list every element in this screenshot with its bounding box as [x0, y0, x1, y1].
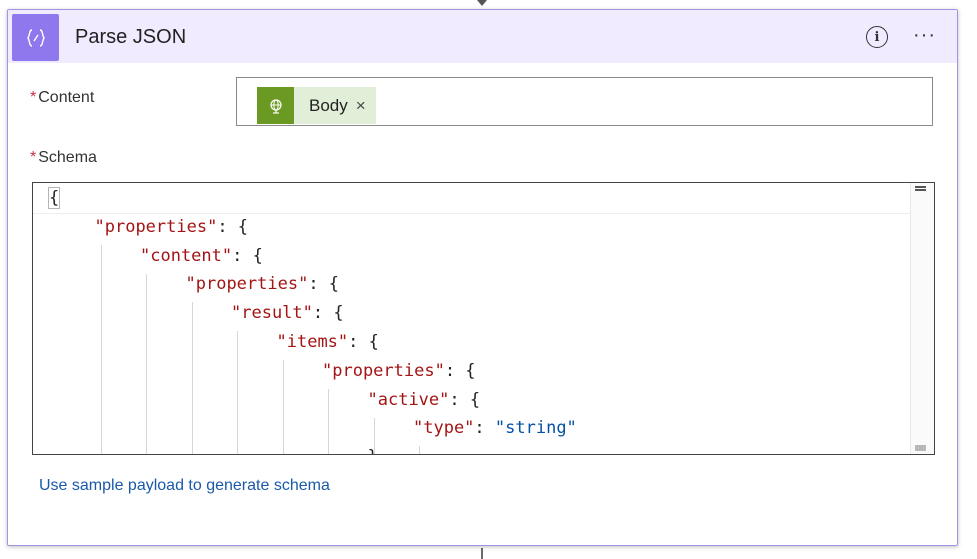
- scroll-marker-top: [915, 186, 926, 191]
- schema-code-editor[interactable]: {"properties": {"content": {"properties"…: [32, 182, 935, 455]
- indent-guide: [328, 388, 329, 454]
- json-punctuation: : {: [312, 303, 344, 324]
- code-line: "type": "string": [413, 418, 577, 438]
- token-label: Body: [309, 95, 348, 115]
- json-key: "items": [276, 332, 349, 352]
- json-string-value: "string": [494, 418, 577, 439]
- json-key: "type": [413, 418, 475, 439]
- action-header[interactable]: Parse JSON i ···: [8, 10, 957, 63]
- json-key: "properties": [322, 360, 445, 381]
- json-key: "result": [231, 303, 313, 324]
- json-punctuation: : {: [232, 245, 263, 266]
- content-input[interactable]: Body ×: [236, 77, 933, 126]
- json-punctuation: : {: [444, 360, 476, 381]
- indent-guide: [191, 302, 193, 454]
- json-key: "properties": [185, 274, 309, 295]
- connector-arrow-top: [477, 0, 487, 6]
- indent-guide: [100, 244, 102, 454]
- schema-label-text: Schema: [38, 149, 97, 166]
- body-token[interactable]: Body ×: [257, 87, 376, 124]
- code-line: "properties": {: [322, 361, 476, 381]
- code-line: },: [368, 447, 388, 454]
- required-asterisk: *: [30, 89, 37, 106]
- json-punctuation: : {: [449, 389, 481, 410]
- required-asterisk: *: [30, 149, 37, 166]
- content-label: * Content: [30, 89, 94, 107]
- code-line: "properties": {: [95, 217, 249, 237]
- connector-line-bottom: [481, 548, 483, 559]
- remove-token-icon[interactable]: ×: [352, 87, 376, 124]
- scroll-thumb[interactable]: [915, 445, 926, 451]
- schema-label: * Schema: [30, 149, 97, 167]
- json-key: "active": [367, 389, 450, 410]
- code-line: "active": {: [368, 390, 481, 410]
- code-line: "result": {: [231, 303, 344, 323]
- json-key: "content": [140, 245, 233, 266]
- action-title: Parse JSON: [75, 26, 187, 48]
- curly-braces-icon: [12, 14, 59, 61]
- current-line-highlight: [33, 183, 910, 214]
- sample-payload-link[interactable]: Use sample payload to generate schema: [39, 477, 330, 495]
- globe-icon: [257, 87, 294, 124]
- code-line: {: [47, 187, 61, 209]
- code-line: "properties": {: [186, 274, 340, 294]
- brace-token: {: [47, 187, 61, 209]
- json-punctuation: },: [368, 447, 388, 454]
- json-punctuation: : {: [308, 274, 340, 295]
- indent-guide: [146, 273, 147, 454]
- editor-scrollbar[interactable]: [910, 183, 934, 454]
- parse-json-action-card: Parse JSON i ··· * Content Body × * Schema: [7, 9, 958, 546]
- json-key: "properties": [94, 216, 218, 237]
- indent-guide: [282, 360, 284, 454]
- json-punctuation: :: [474, 418, 495, 439]
- indent-guide: [419, 446, 420, 454]
- code-line: "items": {: [277, 332, 379, 352]
- more-options-icon[interactable]: ···: [913, 24, 936, 47]
- info-icon[interactable]: i: [866, 26, 888, 48]
- json-punctuation: : {: [217, 216, 249, 237]
- content-label-text: Content: [38, 89, 95, 106]
- indent-guide: [237, 331, 238, 454]
- code-line: "content": {: [140, 246, 263, 266]
- json-punctuation: : {: [348, 332, 379, 352]
